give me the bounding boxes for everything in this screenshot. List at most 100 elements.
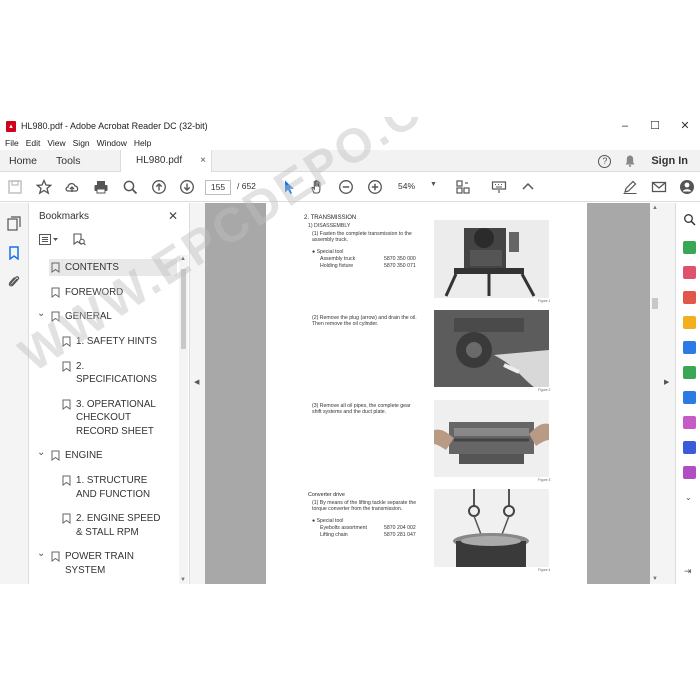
upload-cloud-icon[interactable]: [64, 179, 80, 195]
bookmark-item[interactable]: 2. ENGINE SPEED & STALL RPM: [29, 510, 179, 541]
collapse-left-icon[interactable]: ◀: [194, 378, 199, 386]
tool4-name: Lifting chain: [320, 532, 348, 538]
save-icon[interactable]: [7, 179, 23, 195]
close-bookmarks-button[interactable]: ✕: [168, 209, 178, 223]
bookmark-label: 3. OPERATIONAL CHECKOUT RECORD SHEET: [76, 398, 156, 437]
right-tools-pane: ⌄ ⇥: [675, 203, 700, 584]
add-pdf-icon[interactable]: [683, 291, 696, 304]
fill-sign-icon[interactable]: [683, 416, 696, 429]
zoom-out-icon[interactable]: [338, 179, 354, 195]
bookmark-label: ENGINE: [65, 450, 103, 462]
tab-home[interactable]: Home: [9, 150, 37, 172]
bookmark-star-icon[interactable]: [36, 179, 52, 195]
expand-caret-icon[interactable]: ⌄: [37, 447, 45, 458]
help-icon[interactable]: ?: [598, 154, 612, 168]
bookmarks-scrollbar[interactable]: ▲ ▼: [179, 255, 188, 584]
notification-bell-icon[interactable]: [625, 155, 635, 167]
bookmark-item[interactable]: ⌄ ENGINE: [29, 447, 179, 464]
more-tools-icon[interactable]: [520, 179, 536, 195]
bookmark-label: GENERAL: [65, 311, 112, 323]
more-pdf-tools-icon[interactable]: [683, 466, 696, 479]
page-layout-icon[interactable]: [455, 179, 471, 195]
expand-tools-icon[interactable]: ⌄: [685, 493, 692, 502]
hand-tool-icon[interactable]: [309, 179, 325, 195]
collapse-left-pane[interactable]: ◀: [190, 203, 205, 584]
bookmark-item[interactable]: 1. SAFETY HINTS: [29, 333, 179, 350]
menu-sign[interactable]: Sign: [73, 138, 90, 148]
page-thumbnails-icon[interactable]: [7, 216, 21, 231]
bookmark-item[interactable]: 2. SPECIFICATIONS: [29, 358, 179, 389]
zoom-in-icon[interactable]: [367, 179, 383, 195]
search-zoom-icon[interactable]: [122, 179, 138, 195]
document-scroll-thumb[interactable]: [652, 298, 658, 309]
minimize-button[interactable]: –: [610, 117, 640, 135]
share-user-icon[interactable]: [679, 179, 695, 195]
combine-files-icon[interactable]: [683, 341, 696, 354]
close-tab-button[interactable]: ×: [200, 150, 206, 172]
tool1-code: 5870 350 000: [384, 256, 416, 262]
print-icon[interactable]: [93, 179, 109, 195]
bookmark-options-icon[interactable]: [39, 234, 59, 245]
select-cursor-icon[interactable]: [281, 179, 297, 195]
bookmark-flag-icon: [62, 336, 71, 348]
tool3-code: 5870 204 002: [384, 525, 416, 531]
menu-help[interactable]: Help: [134, 138, 151, 148]
scroll-up-icon[interactable]: ▲: [180, 256, 186, 262]
document-scrollbar[interactable]: ▲ ▼: [650, 203, 660, 584]
email-icon[interactable]: [651, 179, 667, 195]
export-pdf-icon[interactable]: [683, 241, 696, 254]
tab-tools[interactable]: Tools: [56, 150, 81, 172]
find-bookmark-icon[interactable]: [73, 233, 86, 246]
zoom-level[interactable]: 54%: [398, 181, 415, 191]
bookmark-flag-icon: [51, 450, 60, 462]
figure-3-caption: Figure 3: [538, 478, 551, 482]
organize-pages-icon[interactable]: [683, 366, 696, 379]
collapse-right-icon[interactable]: ▶: [664, 378, 669, 386]
bookmark-item[interactable]: CONTENTS: [49, 259, 177, 277]
create-pdf-icon[interactable]: [683, 266, 696, 279]
collapse-tools-icon[interactable]: ⇥: [684, 566, 692, 577]
bookmark-flag-icon: [51, 551, 60, 563]
special-tool-label-2: ● Special tool: [312, 518, 344, 524]
bookmark-item[interactable]: ⌄ POWER TRAIN SYSTEM: [29, 548, 179, 579]
menu-file[interactable]: File: [5, 138, 19, 148]
bookmarks-panel-icon[interactable]: [9, 246, 19, 260]
sign-pen-icon[interactable]: [622, 179, 638, 195]
search-tools-icon[interactable]: [683, 213, 696, 226]
maximize-button[interactable]: ☐: [640, 117, 670, 135]
next-page-icon[interactable]: [179, 179, 195, 195]
keyboard-icon[interactable]: [491, 179, 507, 195]
menu-edit[interactable]: Edit: [26, 138, 41, 148]
comment-icon[interactable]: [683, 316, 696, 329]
expand-caret-icon[interactable]: ⌄: [37, 308, 45, 319]
protect-icon[interactable]: [683, 441, 696, 454]
bookmark-label: POWER TRAIN SYSTEM: [65, 551, 134, 576]
acrobat-window: ▴ HL980.pdf - Adobe Acrobat Reader DC (3…: [0, 117, 700, 584]
title-bar: ▴ HL980.pdf - Adobe Acrobat Reader DC (3…: [0, 117, 700, 135]
tool2-name: Holding fixture: [320, 263, 354, 269]
collapse-right-pane[interactable]: ▶: [660, 203, 675, 584]
doc-scroll-down-icon[interactable]: ▼: [652, 576, 658, 582]
attachments-icon[interactable]: [8, 274, 20, 289]
tool3-name: Eyebolts assortment: [320, 525, 367, 531]
page-number-input[interactable]: 155: [205, 180, 231, 195]
bookmarks-panel: Bookmarks ✕ CONTENTS FOREWORD ⌄ GENERAL 1. S…: [29, 203, 190, 584]
document-viewer[interactable]: 2. TRANSMISSION 1) DISASSEMBLY (1) Faste…: [205, 203, 650, 584]
close-window-button[interactable]: ✕: [670, 117, 700, 135]
expand-caret-icon[interactable]: ⌄: [37, 548, 45, 559]
menu-window[interactable]: Window: [97, 138, 127, 148]
menu-view[interactable]: View: [47, 138, 65, 148]
special-tool-label-1: ● Special tool: [312, 249, 344, 255]
bookmarks-scroll-thumb[interactable]: [181, 269, 186, 349]
bookmark-item[interactable]: 3. OPERATIONAL CHECKOUT RECORD SHEET: [29, 396, 179, 440]
bookmark-item[interactable]: FOREWORD: [29, 284, 179, 301]
scroll-down-icon[interactable]: ▼: [180, 577, 186, 583]
zoom-dropdown-icon[interactable]: ▼: [430, 181, 437, 188]
previous-page-icon[interactable]: [151, 179, 167, 195]
tab-document[interactable]: HL980.pdf ×: [120, 150, 212, 173]
bookmark-item[interactable]: 1. STRUCTURE AND FUNCTION: [29, 472, 179, 503]
bookmark-item[interactable]: ⌄ GENERAL: [29, 308, 179, 325]
doc-scroll-up-icon[interactable]: ▲: [652, 205, 658, 211]
sign-in-button[interactable]: Sign In: [651, 155, 688, 167]
compress-pdf-icon[interactable]: [683, 391, 696, 404]
